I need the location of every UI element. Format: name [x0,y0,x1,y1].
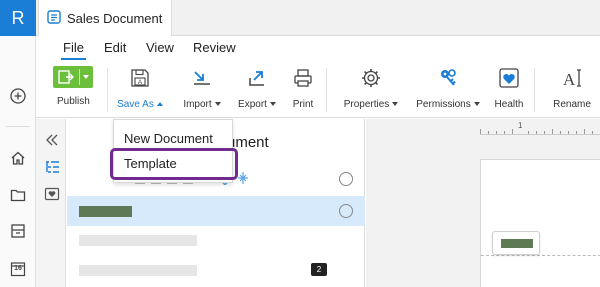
gear-icon [359,66,383,90]
calendar-day-text: 16 [14,265,22,272]
properties-chevron-down-icon [392,102,399,107]
ruler-tick [568,131,569,134]
print-button[interactable]: Print [288,66,318,114]
import-icon [190,66,214,90]
folder-icon[interactable] [8,185,28,205]
publish-icon [58,70,74,89]
ruler-tick [512,129,513,134]
health-heart-icon [497,66,521,90]
ruler-tick [544,131,545,134]
document-page[interactable] [480,159,600,287]
ribbon-divider [107,68,108,112]
ruler-tick [504,131,505,134]
ruler-tick [480,129,481,134]
document-tab[interactable]: Sales Document [38,0,172,37]
menu-edit[interactable]: Edit [104,40,126,55]
print-label: Print [292,99,314,110]
comment-count-text: 2 [316,265,322,274]
permissions-label: Permissions [416,99,471,110]
save-as-button[interactable]: A Save As [116,66,164,114]
collapse-all-icon[interactable] [237,171,249,190]
ribbon-divider [534,68,535,112]
permissions-chevron-down-icon [473,102,480,107]
status-circle[interactable] [339,172,353,186]
outline-row-selected[interactable] [67,196,365,226]
ruler-tick [496,131,497,134]
heading-marker-chip[interactable] [492,231,540,255]
document-tab-title: Sales Document [67,11,163,26]
publish-label: Publish [57,96,90,107]
health-button[interactable]: Health [492,66,526,114]
app-logo[interactable]: R [0,0,36,36]
collapse-panel-icon[interactable] [44,132,60,148]
export-icon [245,66,269,90]
keys-icon [436,66,460,90]
svg-text:A: A [563,70,576,89]
health-label: Health [494,99,524,110]
export-label: Export [238,99,267,110]
add-circle-icon[interactable] [8,86,28,106]
placeholder-text-bar [79,235,197,246]
comment-count-badge[interactable]: 2 [311,263,327,276]
publish-split-button[interactable] [53,66,93,88]
ruler-tick [576,131,577,134]
document-canvas[interactable]: 1 [366,119,600,287]
redacted-heading-bar [501,239,533,248]
outline-row[interactable] [67,231,365,251]
ribbon-divider [326,68,327,112]
outline-list-icon[interactable] [44,159,60,175]
permissions-button[interactable]: Permissions [413,66,483,114]
side-tool-panel [36,119,66,287]
save-as-chevron-up-icon [156,102,163,107]
save-as-label: Save As [117,99,154,110]
ruler-tick [536,131,537,134]
document-icon [47,10,61,27]
ruler-tick [584,129,585,134]
rename-label: Rename [553,99,591,110]
horizontal-ruler: 1 [480,121,600,135]
save-as-icon: A [128,66,152,90]
redacted-heading-bar [79,206,132,217]
menu-item-new-document[interactable]: New Document [124,131,213,146]
menu-review[interactable]: Review [193,40,236,55]
import-label: Import [183,99,212,110]
export-chevron-down-icon [269,102,276,107]
save-as-dropdown-menu: New Document Template [110,119,238,183]
status-circle[interactable] [339,204,353,218]
tab-strip: Sales Document [36,0,600,37]
template-highlight-box [110,148,238,180]
import-chevron-down-icon [214,102,221,107]
menu-file[interactable]: File [61,40,86,60]
archive-icon[interactable] [8,221,28,241]
ruler-tick [528,131,529,134]
import-button[interactable]: Import [178,66,226,114]
publish-split-divider [79,69,80,85]
properties-label: Properties [343,99,390,110]
outline-row[interactable]: 2 [67,261,365,281]
placeholder-text-bar [79,265,197,276]
ruler-tick [592,131,593,134]
rail-divider [6,126,30,127]
ruler-tick [552,129,553,134]
menu-view[interactable]: View [146,40,174,55]
left-rail: R 16 [0,0,36,287]
printer-icon [291,66,315,90]
export-button[interactable]: Export [232,66,282,114]
app-logo-letter: R [11,7,25,28]
home-icon[interactable] [8,148,28,168]
rename-button[interactable]: A Rename [548,66,596,114]
ribbon-toolbar: Publish A Save As Import Export Print Pr… [36,62,600,118]
comment-heart-icon[interactable] [44,187,60,203]
svg-text:A: A [138,79,143,86]
publish-chevron-icon[interactable] [83,75,89,79]
rename-text-cursor-icon: A [560,66,584,90]
ruler-tick [560,131,561,134]
page-break-line [481,255,600,256]
ruler-tick [488,131,489,134]
menu-bar: File Edit View Review [36,36,600,62]
ruler-label: 1 [518,121,523,130]
calendar-icon[interactable]: 16 [8,259,28,279]
properties-button[interactable]: Properties [339,66,403,114]
